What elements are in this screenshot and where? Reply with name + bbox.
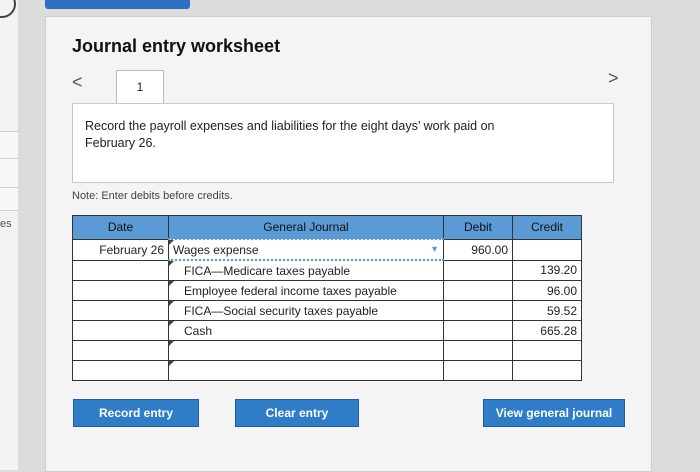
date-header: Date [72, 215, 169, 240]
date-cell[interactable] [72, 300, 169, 321]
account-cell[interactable] [168, 340, 444, 361]
date-cell[interactable] [72, 340, 169, 361]
date-cell[interactable] [72, 280, 169, 301]
table-row [72, 340, 582, 361]
general-journal-header: General Journal [168, 215, 444, 240]
credit-cell[interactable]: 665.28 [512, 320, 582, 341]
account-cell[interactable]: FICA—Medicare taxes payable [168, 259, 444, 281]
cell-marker-icon [169, 341, 174, 346]
page-title: Journal entry worksheet [72, 36, 281, 56]
debit-cell[interactable]: 960.00 [443, 238, 513, 261]
cell-marker-icon [169, 261, 174, 266]
table-row: FICA—Medicare taxes payable 139.20 [72, 259, 582, 281]
date-cell[interactable] [72, 259, 169, 281]
date-cell[interactable] [72, 320, 169, 341]
debit-cell[interactable] [443, 340, 513, 361]
debit-cell[interactable] [443, 300, 513, 321]
clear-entry-button[interactable]: Clear entry [235, 399, 359, 427]
tab-1[interactable]: 1 [116, 70, 164, 105]
account-text: Employee federal income taxes payable [184, 283, 397, 298]
chevron-left-icon[interactable]: < [72, 72, 83, 93]
account-text: FICA—Social security taxes payable [184, 303, 379, 318]
account-cell[interactable]: Wages expense ▼ [168, 238, 444, 261]
date-cell[interactable] [72, 360, 169, 381]
table-row: Employee federal income taxes payable 96… [72, 280, 582, 301]
top-accent-bar [45, 0, 190, 9]
account-text: Wages expense [173, 242, 259, 257]
record-entry-button[interactable]: Record entry [73, 399, 199, 427]
journal-table: Date General Journal Debit Credit Februa… [72, 215, 582, 381]
date-cell[interactable]: February 26 [72, 238, 169, 261]
instruction-text: Record the payroll expenses and liabilit… [85, 119, 495, 150]
debit-header: Debit [443, 215, 513, 240]
debit-cell[interactable] [443, 259, 513, 281]
credit-cell[interactable] [512, 238, 582, 261]
side-tab-3[interactable] [0, 187, 18, 211]
cell-marker-icon [169, 321, 174, 326]
credit-cell[interactable] [512, 340, 582, 361]
table-row [72, 360, 582, 381]
chevron-right-icon[interactable]: > [608, 68, 619, 89]
side-tab-2[interactable] [0, 158, 18, 188]
account-text: Cash [184, 323, 213, 338]
credit-header: Credit [512, 215, 582, 240]
cell-marker-icon [169, 361, 174, 366]
account-text: FICA—Medicare taxes payable [184, 263, 351, 278]
credit-cell[interactable]: 139.20 [512, 259, 582, 281]
left-sidebar-strip: es [0, 0, 18, 470]
debit-cell[interactable] [443, 280, 513, 301]
account-cell[interactable]: FICA—Social security taxes payable [168, 300, 444, 321]
table-row: Cash 665.28 [72, 320, 582, 341]
circle-icon [0, 0, 16, 18]
instruction-box: Record the payroll expenses and liabilit… [72, 103, 614, 183]
table-row: FICA—Social security taxes payable 59.52 [72, 300, 582, 321]
table-header-row: Date General Journal Debit Credit [72, 215, 582, 240]
account-cell[interactable]: Employee federal income taxes payable [168, 280, 444, 301]
account-cell[interactable] [168, 360, 444, 381]
side-label: es [0, 218, 12, 230]
credit-cell[interactable]: 96.00 [512, 280, 582, 301]
cell-marker-icon [169, 240, 174, 245]
cell-marker-icon [169, 301, 174, 306]
credit-cell[interactable]: 59.52 [512, 300, 582, 321]
debit-cell[interactable] [443, 320, 513, 341]
side-tab-1[interactable] [0, 131, 18, 159]
account-cell[interactable]: Cash [168, 320, 444, 341]
cell-marker-icon [169, 281, 174, 286]
debit-cell[interactable] [443, 360, 513, 381]
table-row: February 26 Wages expense ▼ 960.00 [72, 238, 582, 261]
chevron-down-icon[interactable]: ▼ [430, 244, 439, 254]
credit-cell[interactable] [512, 360, 582, 381]
note-text: Note: Enter debits before credits. [72, 190, 233, 202]
view-general-journal-button[interactable]: View general journal [483, 399, 625, 427]
